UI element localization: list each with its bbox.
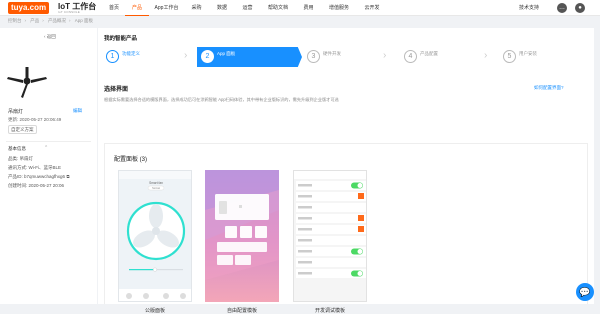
nav-docs[interactable]: 帮助文档 <box>260 0 296 16</box>
breadcrumb: 控制台 › 产品 › 产品概况 › App 面板 <box>8 18 94 23</box>
how-to-configure-link[interactable]: 如何配置界面? <box>534 85 564 91</box>
main-panel: 我的智能产品 1 功能定义 › 2 App 面板 3 硬件开发 › 4 产品配置… <box>98 28 594 314</box>
top-bar: tuya.com IoT 工作台 IoT CONSOLE 首页 产品 App工作… <box>0 0 600 16</box>
customize-plan-button[interactable]: 自定义方案 <box>8 125 37 134</box>
user-avatar-icon[interactable]: ● <box>575 3 585 13</box>
back-link[interactable]: ‹ 返回 <box>44 34 56 40</box>
info-protocol: 通讯方式: Wi-Fi、蓝牙BLE <box>8 165 62 170</box>
panel-card-public[interactable]: Smart fan Normal <box>118 170 192 302</box>
nav-purchase[interactable]: 采购 <box>184 0 209 16</box>
info-product-id: 产品ID: b7qmuwwchagfhxg6 ⧉ <box>8 174 70 179</box>
panel-card-dev-debug-label[interactable]: 开发调试模板 <box>293 307 367 314</box>
device-update-time: 更新: 2020-05-27 20:06:49 <box>8 117 62 122</box>
step-chevron-icon: › <box>383 50 387 61</box>
nav-data[interactable]: 数据 <box>209 0 235 16</box>
step-app-panel[interactable]: 2 App 面板 <box>197 47 302 67</box>
panel-list-title: 配置面板 (3) <box>114 157 148 163</box>
breadcrumb-console[interactable]: 控制台 <box>8 18 22 23</box>
nav-operations[interactable]: 运营 <box>235 0 260 16</box>
preview-fan-title: Smart fan <box>149 181 163 185</box>
step-product-config[interactable]: 4 产品配置 <box>400 47 490 67</box>
product-sidebar: ‹ 返回 吊扇灯 编辑 更新: 2020-05-27 20:06:49 自定义方… <box>0 28 97 304</box>
nav-cloud-dev[interactable]: 云开发 <box>357 0 387 16</box>
sidebar-divider <box>6 141 91 142</box>
edit-link[interactable]: 编辑 <box>73 108 82 114</box>
step-user-install[interactable]: 5 用户安装 <box>499 47 589 67</box>
free-config-preview <box>205 170 279 280</box>
nav-products[interactable]: 产品 <box>125 0 149 16</box>
ceiling-fan-image <box>7 67 47 98</box>
preview-fan-sub: Normal <box>152 187 160 190</box>
step-hardware-dev[interactable]: 3 硬件开发 <box>303 47 393 67</box>
step-bar: 1 功能定义 › 2 App 面板 3 硬件开发 › 4 产品配置 › 5 用户… <box>98 47 594 67</box>
dev-debug-preview <box>294 171 366 278</box>
breadcrumb-current: App 面板 <box>74 18 94 23</box>
nav-value-added[interactable]: 增值服务 <box>321 0 357 16</box>
step-chevron-icon: › <box>484 50 488 61</box>
tuya-logo[interactable]: tuya.com <box>8 2 50 14</box>
console-subtitle: IoT CONSOLE <box>58 10 80 14</box>
tech-support-link[interactable]: 技术支持 <box>519 0 539 16</box>
collapse-icon[interactable]: ⌃ <box>44 145 48 151</box>
fan-panel-preview: Smart fan Normal <box>119 171 191 301</box>
section-description: 根据实际需要选择合适的模版界面，选择成功后可在涂鸦智能 App扫码体验，其中带有… <box>104 97 339 102</box>
step-chevron-icon: › <box>184 50 188 61</box>
nav-app-workbench[interactable]: App工作台 <box>149 0 184 16</box>
copy-icon[interactable]: ⧉ <box>66 174 69 179</box>
panel-card-free-config[interactable] <box>205 170 279 302</box>
chat-support-icon[interactable]: 💬 <box>576 283 594 301</box>
breadcrumb-products[interactable]: 产品 <box>30 18 39 23</box>
panel-card-free-config-label[interactable]: 自由配置模板 <box>205 307 279 314</box>
page-title: 我的智能产品 <box>104 36 138 42</box>
panel-card-public-label[interactable]: 公版面板 <box>118 307 192 314</box>
device-name: 吊扇灯 <box>8 109 24 115</box>
main-nav: 首页 产品 App工作台 采购 数据 运营 帮助文档 费用 增值服务 云开发 <box>103 0 387 16</box>
basic-info-title: 基本信息 <box>8 146 26 151</box>
info-category: 品类: 吊扇灯 <box>8 156 34 161</box>
nav-home[interactable]: 首页 <box>103 0 125 16</box>
breadcrumb-overview[interactable]: 产品概况 <box>48 18 66 23</box>
info-created: 创建时间: 2020-05-27 20:06 <box>8 183 65 188</box>
message-icon[interactable]: … <box>557 3 567 13</box>
panel-card-dev-debug[interactable] <box>293 170 367 302</box>
section-title: 选择界面 <box>104 87 129 93</box>
nav-fees[interactable]: 费用 <box>296 0 321 16</box>
